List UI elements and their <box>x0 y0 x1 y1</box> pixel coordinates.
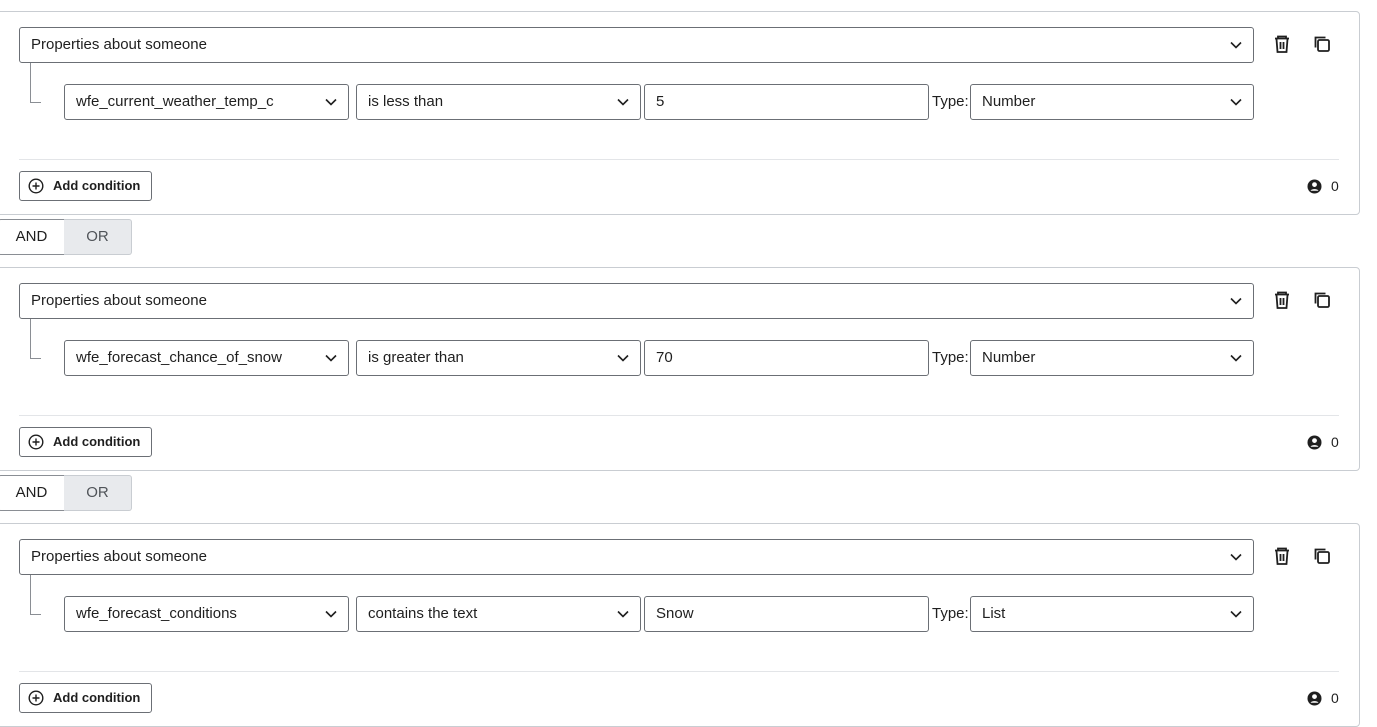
type-label: Type: <box>932 349 969 366</box>
add-condition-button[interactable]: Add condition <box>19 171 153 201</box>
person-icon <box>1307 435 1322 450</box>
operator-select-value: is greater than <box>368 349 464 366</box>
operator-select[interactable]: contains the text <box>356 596 641 632</box>
tree-connector <box>30 319 41 359</box>
value-input[interactable]: 70 <box>644 340 929 376</box>
scope-select[interactable]: Properties about someone <box>19 27 1254 63</box>
value-input-text: 70 <box>656 349 673 366</box>
chevron-down-icon <box>325 98 337 106</box>
field-select-value: wfe_current_weather_temp_c <box>76 93 274 110</box>
copy-icon[interactable] <box>1311 33 1333 55</box>
divider <box>19 671 1339 672</box>
plus-circle-icon <box>28 178 44 194</box>
audience-count-value: 0 <box>1331 434 1339 450</box>
operator-select-value: contains the text <box>368 605 478 622</box>
value-input[interactable]: 5 <box>644 84 929 120</box>
chevron-down-icon <box>617 354 629 362</box>
add-condition-label: Add condition <box>53 178 141 193</box>
add-condition-button[interactable]: Add condition <box>19 683 153 713</box>
tree-connector <box>30 63 41 103</box>
copy-icon[interactable] <box>1311 289 1333 311</box>
type-select[interactable]: List <box>970 596 1254 632</box>
chevron-down-icon <box>1230 354 1242 362</box>
field-select[interactable]: wfe_forecast_conditions <box>64 596 349 632</box>
and-option[interactable]: AND <box>0 219 65 255</box>
join-toggle: AND OR <box>0 475 132 511</box>
type-select-value: Number <box>982 349 1036 366</box>
chevron-down-icon <box>325 610 337 618</box>
condition-group: Properties about someone wfe_forecast_ch… <box>0 267 1360 471</box>
scope-select-value: Properties about someone <box>31 548 207 565</box>
value-input[interactable]: Snow <box>644 596 929 632</box>
add-condition-label: Add condition <box>53 690 141 705</box>
chevron-down-icon <box>1230 553 1242 561</box>
chevron-down-icon <box>325 354 337 362</box>
operator-select[interactable]: is greater than <box>356 340 641 376</box>
field-select[interactable]: wfe_current_weather_temp_c <box>64 84 349 120</box>
chevron-down-icon <box>617 98 629 106</box>
or-option[interactable]: OR <box>64 219 132 255</box>
field-select[interactable]: wfe_forecast_chance_of_snow <box>64 340 349 376</box>
operator-select[interactable]: is less than <box>356 84 641 120</box>
field-select-value: wfe_forecast_conditions <box>76 605 237 622</box>
type-label: Type: <box>932 605 969 622</box>
scope-select-value: Properties about someone <box>31 36 207 53</box>
type-label: Type: <box>932 93 969 110</box>
plus-circle-icon <box>28 434 44 450</box>
chevron-down-icon <box>617 610 629 618</box>
trash-icon[interactable] <box>1271 289 1293 311</box>
add-condition-label: Add condition <box>53 434 141 449</box>
value-input-text: 5 <box>656 93 665 110</box>
operator-select-value: is less than <box>368 93 444 110</box>
trash-icon[interactable] <box>1271 33 1293 55</box>
type-select[interactable]: Number <box>970 340 1254 376</box>
audience-count-value: 0 <box>1331 178 1339 194</box>
audience-count-value: 0 <box>1331 690 1339 706</box>
type-select-value: Number <box>982 93 1036 110</box>
person-icon <box>1307 691 1322 706</box>
join-toggle: AND OR <box>0 219 132 255</box>
copy-icon[interactable] <box>1311 545 1333 567</box>
type-select-value: List <box>982 605 1006 622</box>
chevron-down-icon <box>1230 41 1242 49</box>
divider <box>19 415 1339 416</box>
scope-select[interactable]: Properties about someone <box>19 283 1254 319</box>
scope-select-value: Properties about someone <box>31 292 207 309</box>
tree-connector <box>30 575 41 615</box>
condition-group: Properties about someone wfe_forecast_co… <box>0 523 1360 727</box>
and-option[interactable]: AND <box>0 475 65 511</box>
scope-select[interactable]: Properties about someone <box>19 539 1254 575</box>
add-condition-button[interactable]: Add condition <box>19 427 153 457</box>
plus-circle-icon <box>28 690 44 706</box>
value-input-text: Snow <box>656 605 694 622</box>
chevron-down-icon <box>1230 98 1242 106</box>
or-option[interactable]: OR <box>64 475 132 511</box>
person-icon <box>1307 179 1322 194</box>
condition-group: Properties about someone wfe_current_wea… <box>0 11 1360 215</box>
chevron-down-icon <box>1230 610 1242 618</box>
chevron-down-icon <box>1230 297 1242 305</box>
field-select-value: wfe_forecast_chance_of_snow <box>76 349 282 366</box>
trash-icon[interactable] <box>1271 545 1293 567</box>
divider <box>19 159 1339 160</box>
type-select[interactable]: Number <box>970 84 1254 120</box>
